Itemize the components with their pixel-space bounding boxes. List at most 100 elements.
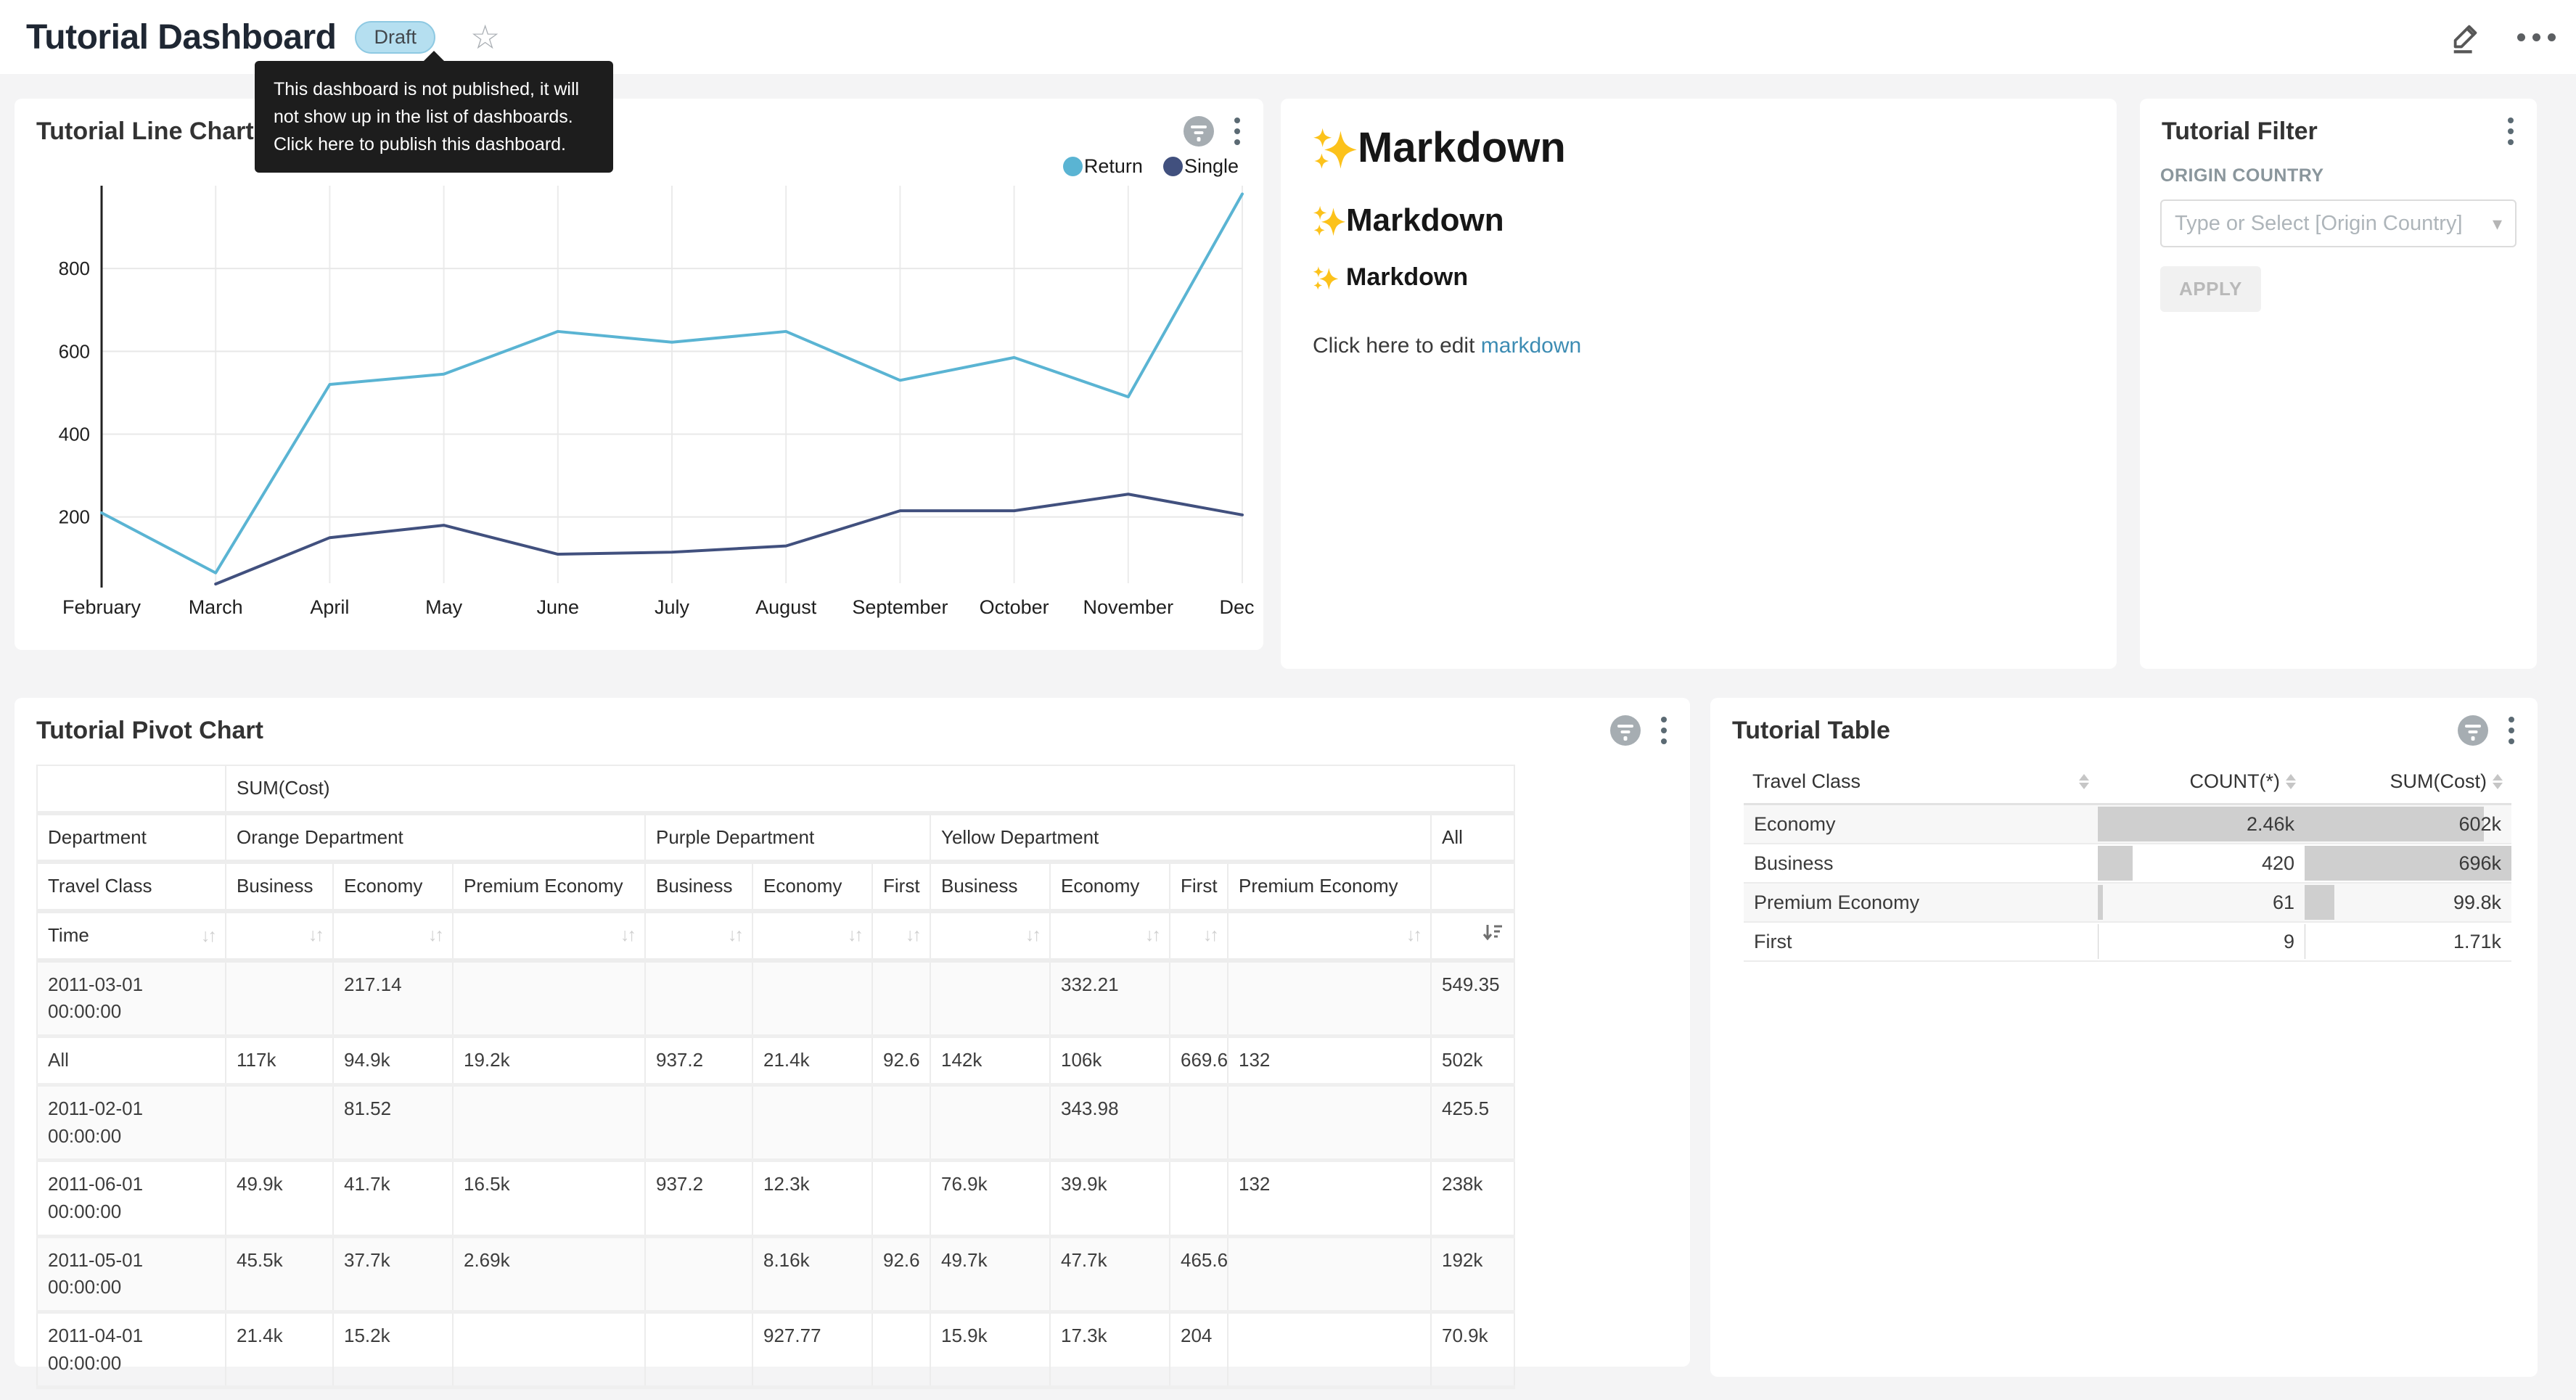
cell-travel-class: Economy [1744,804,2098,844]
pivot-sort-cell: ↓↑ [333,911,453,960]
sort-icon[interactable]: ↓↑ [308,922,322,948]
more-horizontal-icon[interactable] [2517,33,2556,41]
pivot-cell [645,1312,752,1387]
column-header-count-[interactable]: COUNT(*) [2098,760,2305,804]
pivot-cell: 937.2 [645,1161,752,1236]
table-row: Business420696k [1744,844,2511,883]
favorite-star-icon[interactable]: ☆ [470,20,500,54]
pivot-class-col: Premium Economy [1228,862,1431,911]
table-row: Economy2.46k602k [1744,804,2511,844]
filter-field-label: ORIGIN COUNTRY [2160,165,2516,186]
pivot-cell: 39.9k [1050,1161,1170,1236]
status-badge[interactable]: Draft [355,21,435,54]
dropdown-caret-icon: ▾ [2493,213,2502,235]
pivot-sort-cell: ↓↑ [1228,911,1431,960]
pivot-class-col: Premium Economy [453,862,645,911]
markdown-edit-link[interactable]: markdown [1481,334,1581,358]
pivot-class-col: Business [930,862,1050,911]
filter-indicator-icon[interactable] [1184,116,1214,147]
cell-bar [2305,885,2334,920]
pivot-cell: 47.7k [1050,1236,1170,1312]
cell-travel-class: First [1744,922,2098,961]
pivot-cell: 332.21 [1050,960,1170,1037]
pivot-row-label: 2011-03-01 00:00:00 [37,960,226,1037]
sort-desc-active-icon[interactable] [1482,922,1504,942]
pivot-cell [1170,1161,1228,1236]
x-axis-tick-label: November [1083,596,1174,618]
sort-icon[interactable]: ↓↑ [1203,922,1217,948]
table-header-row: Travel ClassCOUNT(*)SUM(Cost) [1744,760,2511,804]
pivot-cell [645,960,752,1037]
pivot-time-label: Time↓↑ [37,911,226,960]
x-axis-tick-label: August [755,596,817,618]
table-row: Premium Economy6199.8k [1744,883,2511,922]
panel-filter: Tutorial Filter ORIGIN COUNTRY Type or S… [2140,99,2537,669]
sort-caret-icon [2493,774,2503,789]
sort-icon[interactable]: ↓↑ [1145,922,1159,948]
pivot-title: Tutorial Pivot Chart [36,717,263,745]
legend-item-return[interactable]: Return [1063,155,1143,178]
cell-bar [2098,846,2133,881]
column-header-travel-class[interactable]: Travel Class [1744,760,2098,804]
sort-icon[interactable]: ↓↑ [728,922,742,948]
select-placeholder: Type or Select [Origin Country] [2175,212,2463,236]
filter-indicator-icon[interactable] [2458,715,2488,746]
table-row: First91.71k [1744,922,2511,961]
cell-count: 2.46k [2098,804,2305,844]
pivot-cell [1228,960,1431,1037]
panel-line-chart: Tutorial Line Chart ReturnSingle 2004006… [15,99,1263,650]
origin-country-select[interactable]: Type or Select [Origin Country] ▾ [2160,199,2516,247]
sort-icon[interactable]: ↓↑ [906,922,919,948]
pivot-col-group: Yellow Department [930,813,1431,862]
apply-button[interactable]: APPLY [2160,266,2261,312]
pivot-class-label: Travel Class [37,862,226,911]
cell-bar [2098,885,2103,920]
pivot-cell: 92.6 [872,1236,930,1312]
sort-icon[interactable]: ↓↑ [1025,922,1039,948]
pivot-cell: 81.52 [333,1084,453,1160]
sort-icon[interactable]: ↓↑ [201,923,215,949]
pivot-sort-cell: ↓↑ [453,911,645,960]
pivot-cell [453,1084,645,1160]
pivot-class-col: Economy [752,862,872,911]
kebab-menu-icon[interactable] [1233,116,1242,147]
pivot-cell: 49.7k [930,1236,1050,1312]
pivot-col-group: All [1431,813,1514,862]
pivot-cell: 17.3k [1050,1312,1170,1387]
line-chart: 200400600800FebruaryMarchAprilMayJuneJul… [20,180,1254,644]
edit-pencil-icon[interactable] [2449,20,2482,54]
sort-icon[interactable]: ↓↑ [1406,922,1420,948]
sort-icon[interactable]: ↓↑ [620,922,634,948]
pivot-cell: 2.69k [453,1236,645,1312]
column-header-sum-cost-[interactable]: SUM(Cost) [2305,760,2511,804]
pivot-row-dim-label: Department [37,813,226,862]
pivot-corner-cell [37,765,226,813]
pivot-col-group: Orange Department [226,813,645,862]
pivot-cell: 76.9k [930,1161,1050,1236]
pivot-col-group: Purple Department [645,813,930,862]
filter-header: Tutorial Filter [2162,116,2515,147]
sort-icon[interactable]: ↓↑ [428,922,442,948]
pivot-cell: 19.2k [453,1037,645,1085]
pivot-cell: 192k [1431,1236,1514,1312]
cell-sum-cost: 99.8k [2305,883,2511,922]
pivot-metric-row: SUM(Cost) [37,765,1514,813]
pivot-class-row: Travel Class Business Economy Premium Econo… [37,862,1514,911]
sort-caret-icon [2079,774,2089,789]
page-title: Tutorial Dashboard [26,17,336,57]
markdown-content: Markdown Markdown Markdown Click here to… [1313,123,2088,358]
pivot-cell: 70.9k [1431,1312,1514,1387]
kebab-menu-icon[interactable] [2506,116,2515,147]
kebab-menu-icon[interactable] [2507,715,2516,746]
sort-icon[interactable]: ↓↑ [848,922,861,948]
filter-indicator-icon[interactable] [1610,715,1641,746]
legend-item-single[interactable]: Single [1163,155,1239,178]
pivot-data-row: 2011-05-01 00:00:0045.5k37.7k2.69k8.16k9… [37,1236,1514,1312]
pivot-cell [226,1084,333,1160]
pivot-cell: 238k [1431,1161,1514,1236]
data-table-wrap: Travel ClassCOUNT(*)SUM(Cost)Economy2.46… [1744,760,2511,962]
pivot-cell: 204 [1170,1312,1228,1387]
pivot-row-label: All [37,1037,226,1085]
pivot-cell [226,960,333,1037]
kebab-menu-icon[interactable] [1660,715,1668,746]
